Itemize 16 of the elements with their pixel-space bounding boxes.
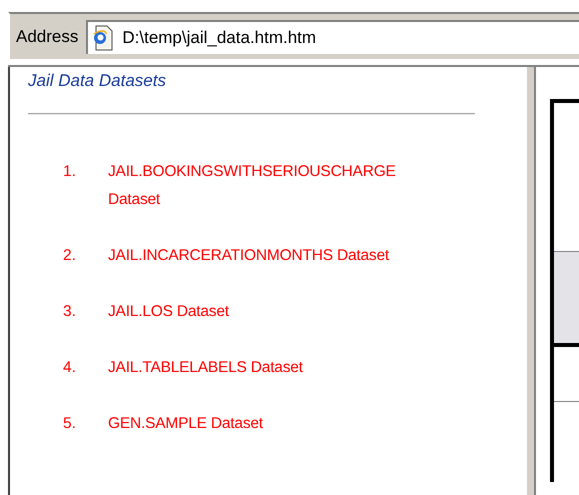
address-field[interactable]: D:\temp\jail_data.htm.htm: [86, 20, 579, 54]
dataset-link[interactable]: JAIL.TABLELABELS Dataset: [108, 354, 408, 382]
dataset-link[interactable]: JAIL.INCARCERATIONMONTHS Dataset: [108, 242, 408, 270]
address-label: Address: [16, 26, 80, 46]
frame-splitter[interactable]: [526, 67, 536, 495]
list-number: 4.: [63, 358, 77, 378]
list-number: 3.: [63, 302, 77, 322]
list-number: 2.: [63, 246, 77, 266]
url-text: D:\temp\jail_data.htm.htm: [122, 28, 316, 48]
dataset-link[interactable]: GEN.SAMPLE Dataset: [108, 410, 408, 438]
list-number: 1.: [63, 162, 77, 182]
list-number: 5.: [63, 414, 77, 434]
dataset-link[interactable]: JAIL.LOS Dataset: [108, 298, 408, 326]
dataset-link[interactable]: JAIL.BOOKINGSWITHSERIOUSCHARGE Dataset: [108, 158, 408, 214]
page-heading: Jail Data Datasets: [28, 71, 166, 91]
page-icon: [92, 24, 114, 50]
